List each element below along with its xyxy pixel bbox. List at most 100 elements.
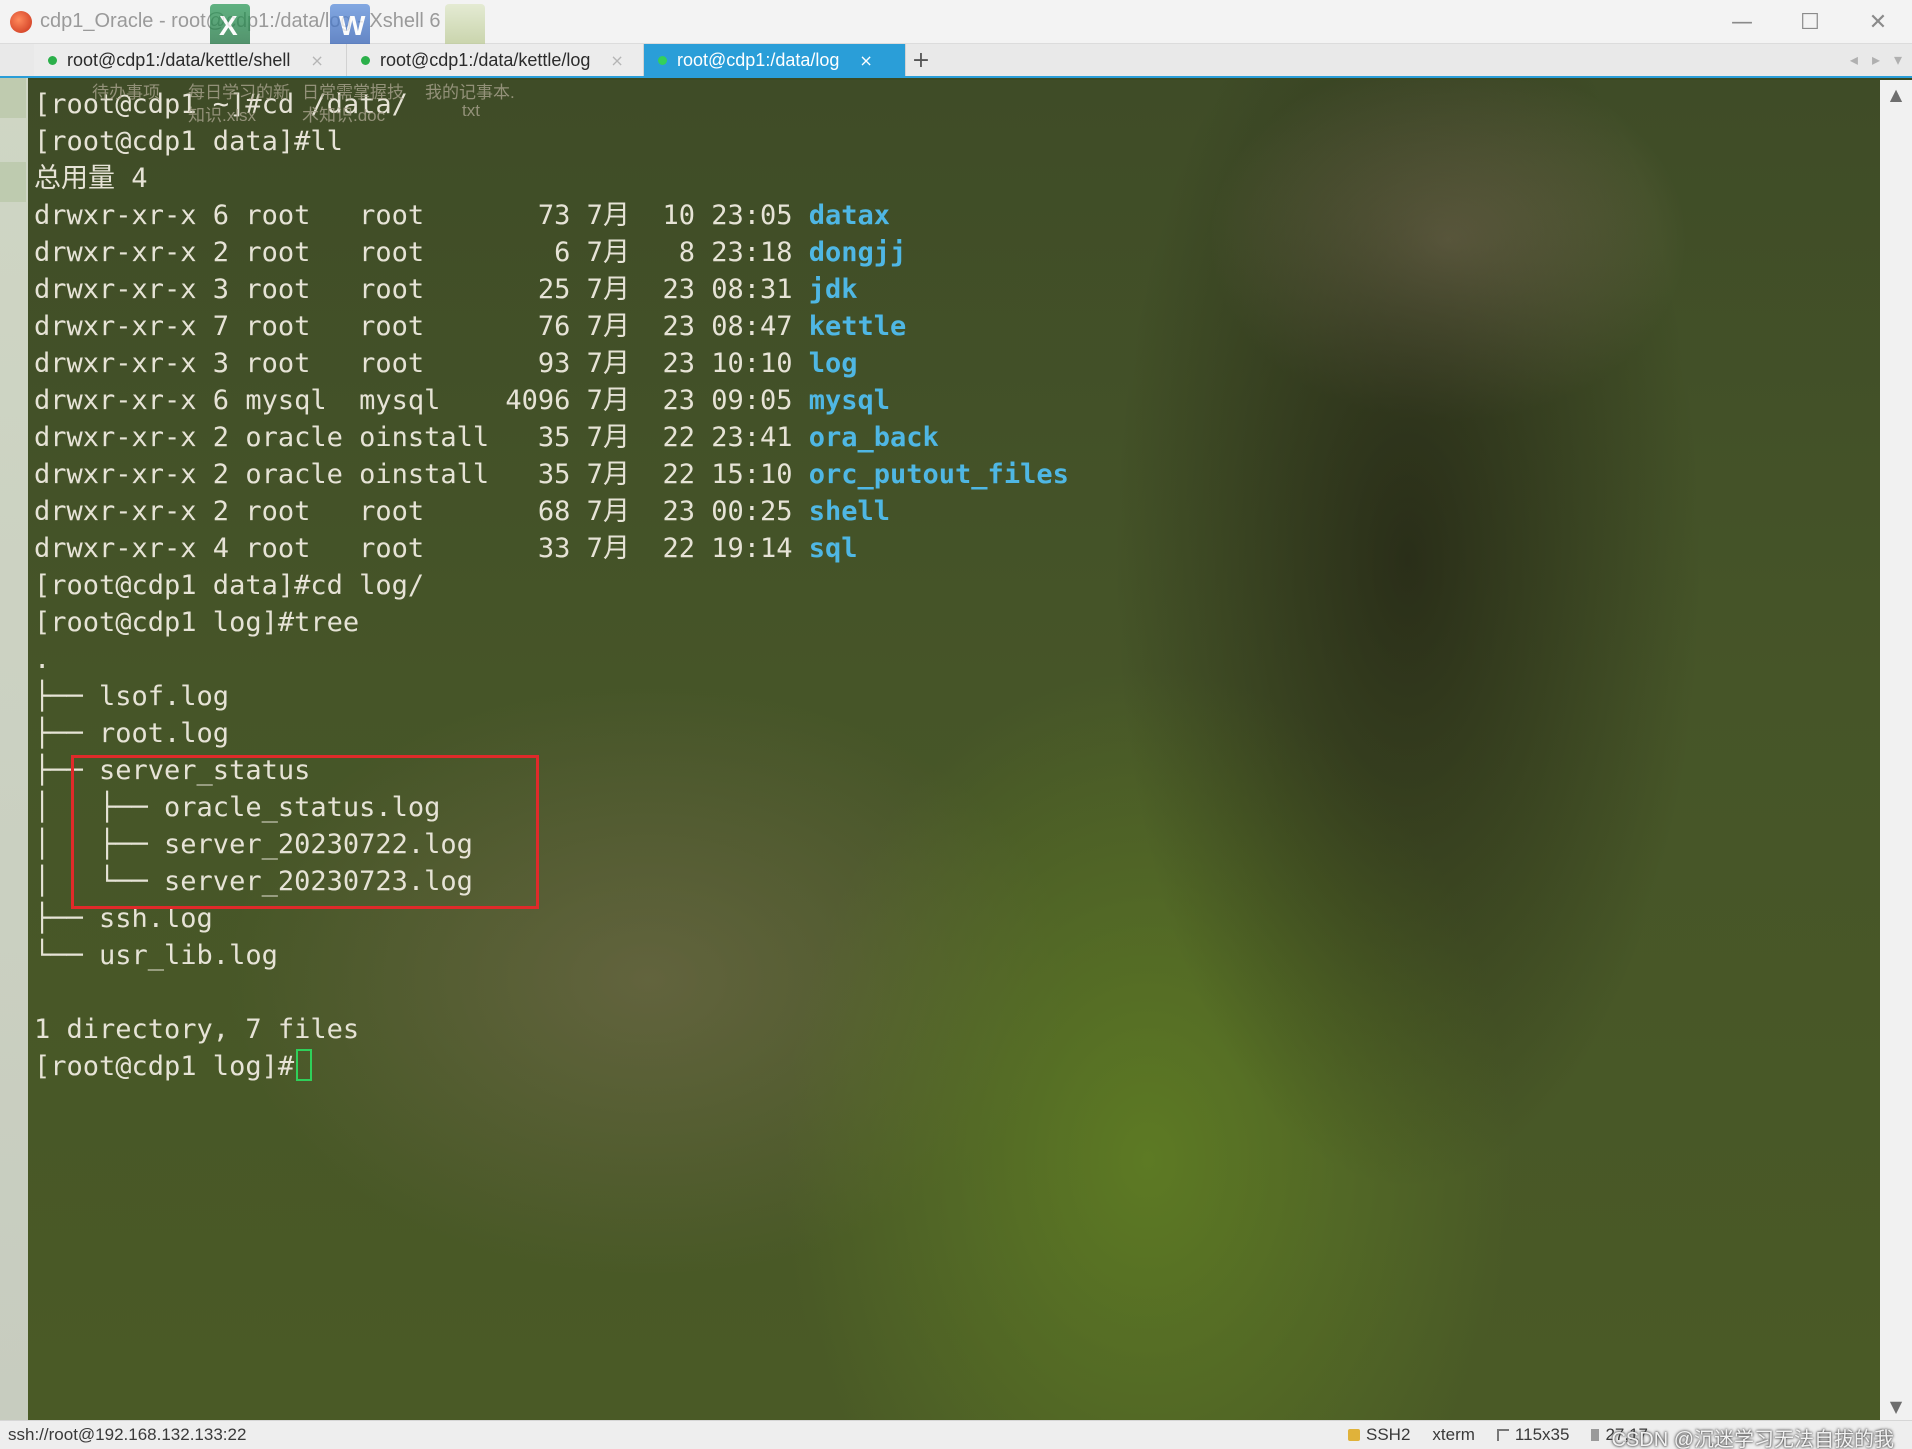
terminal-type-status: xterm	[1432, 1425, 1475, 1445]
terminal-line: drwxr-xr-x 4 root root 33 7月 22 19:14 sq…	[34, 530, 1069, 567]
close-tab-icon[interactable]: ×	[310, 51, 323, 70]
terminal-line: ├── lsof.log	[34, 678, 1069, 715]
desktop-ghost-caption: 每日学习的新	[188, 83, 290, 102]
protocol-label: SSH2	[1366, 1425, 1411, 1444]
connection-address: ssh://root@192.168.132.133:22	[8, 1425, 247, 1444]
terminal-line: [root@cdp1 data]#ll	[34, 123, 1069, 160]
terminal-line: .	[34, 641, 1069, 678]
csdn-watermark: CSDN @沉迷学习无法自拔的我	[1611, 1429, 1894, 1449]
status-bar: ssh://root@192.168.132.133:22 SSH2 xterm…	[0, 1420, 1912, 1449]
tab-next-icon[interactable]: ▸	[1872, 50, 1880, 69]
directory-name: datax	[808, 200, 891, 231]
protocol-status: SSH2	[1348, 1425, 1410, 1445]
close-window-button[interactable]: ✕	[1844, 0, 1912, 44]
left-gutter	[0, 78, 28, 1420]
terminal-line-text: drwxr-xr-x 6 root root 73 7月 10 23:05	[34, 200, 809, 231]
terminal-line-text: drwxr-xr-x 3 root root 93 7月 23 10:10	[34, 348, 809, 379]
terminal-line: drwxr-xr-x 3 root root 93 7月 23 10:10 lo…	[34, 345, 1069, 382]
tab-label: root@cdp1:/data/kettle/shell	[67, 49, 291, 70]
desktop-ghost-icon	[0, 78, 26, 118]
tab-data-log[interactable]: root@cdp1:/data/log ×	[644, 44, 906, 76]
terminal-line: drwxr-xr-x 6 root root 73 7月 10 23:05 da…	[34, 197, 1069, 234]
tab-bar-gutter	[0, 42, 34, 76]
desktop-ghost-caption: 日常需掌握技	[302, 83, 404, 102]
status-info: SSH2 xterm 115x35 27,17	[1348, 1425, 1648, 1445]
terminal-line: [root@cdp1 log]#tree	[34, 604, 1069, 641]
terminal-line: drwxr-xr-x 7 root root 76 7月 23 08:47 ke…	[34, 308, 1069, 345]
desktop-ghost-caption: txt	[462, 101, 480, 120]
directory-name: dongjj	[808, 237, 907, 268]
desktop-ghost-caption: 待办事项	[92, 83, 160, 102]
terminal-line: drwxr-xr-x 3 root root 25 7月 23 08:31 jd…	[34, 271, 1069, 308]
connected-status-icon	[658, 55, 667, 65]
minimize-button[interactable]: —	[1708, 0, 1776, 44]
close-tab-icon[interactable]: ×	[859, 51, 872, 70]
terminal-line-text: ├── root.log	[34, 718, 230, 749]
terminal-line-text: drwxr-xr-x 2 root root 6 7月 8 23:18	[34, 237, 809, 268]
terminal-line: drwxr-xr-x 2 root root 68 7月 23 00:25 sh…	[34, 493, 1069, 530]
terminal-line: drwxr-xr-x 2 oracle oinstall 35 7月 22 15…	[34, 456, 1069, 493]
terminal-output: [root@cdp1 ~]#cd /data/[root@cdp1 data]#…	[34, 86, 1069, 1085]
tab-navigation: ◂ ▸ ▾	[1850, 50, 1902, 69]
scroll-down-icon[interactable]: ▼	[1880, 1392, 1912, 1420]
desktop-ghost-caption: 我的记事本.	[425, 83, 515, 102]
terminal-line-text: [root@cdp1 log]#tree	[34, 607, 360, 638]
desktop-ghost-icon	[0, 162, 26, 202]
directory-name: jdk	[808, 274, 858, 305]
terminal-line-text: .	[34, 644, 51, 675]
close-tab-icon[interactable]: ×	[610, 51, 623, 70]
terminal-line-text: 总用量 4	[34, 163, 148, 194]
vertical-scrollbar[interactable]: ▲ ▼	[1880, 80, 1912, 1420]
xshell-app-icon	[10, 10, 32, 33]
terminal-line-text: drwxr-xr-x 4 root root 33 7月 22 19:14	[34, 533, 809, 564]
terminal-size-status: 115x35	[1496, 1425, 1570, 1445]
directory-name: mysql	[808, 385, 891, 416]
tab-menu-icon[interactable]: ▾	[1894, 50, 1902, 69]
terminal-line: drwxr-xr-x 2 root root 6 7月 8 23:18 dong…	[34, 234, 1069, 271]
maximize-button[interactable]: ☐	[1776, 0, 1844, 44]
terminal-type-label: xterm	[1432, 1425, 1475, 1444]
terminal-line-text: ├── lsof.log	[34, 681, 230, 712]
directory-name: log	[808, 348, 858, 379]
resize-icon	[1496, 1429, 1509, 1441]
window-controls: — ☐ ✕	[1708, 0, 1912, 44]
highlight-annotation-box	[71, 755, 539, 909]
terminal-line: 1 directory, 7 files	[34, 1011, 1069, 1048]
terminal-line: drwxr-xr-x 2 oracle oinstall 35 7月 22 23…	[34, 419, 1069, 456]
scroll-track[interactable]	[1884, 110, 1908, 1390]
tab-kettle-shell[interactable]: root@cdp1:/data/kettle/shell ×	[34, 44, 347, 76]
terminal-size-label: 115x35	[1514, 1425, 1570, 1444]
desktop-ghost-caption: 知识.xlsx	[188, 106, 256, 125]
tab-label: root@cdp1:/data/log	[677, 49, 840, 70]
terminal-line-text: drwxr-xr-x 7 root root 76 7月 23 08:47	[34, 311, 809, 342]
terminal-pane[interactable]: [root@cdp1 ~]#cd /data/[root@cdp1 data]#…	[28, 80, 1880, 1420]
tab-prev-icon[interactable]: ◂	[1850, 50, 1858, 69]
connected-status-icon	[361, 55, 370, 65]
directory-name: shell	[808, 496, 891, 527]
directory-name: orc_putout_files	[808, 459, 1069, 490]
terminal-line-text: drwxr-xr-x 6 mysql mysql 4096 7月 23 09:0…	[34, 385, 809, 416]
terminal-line-text: └── usr_lib.log	[34, 940, 278, 971]
cursor-position-icon	[1591, 1429, 1600, 1441]
directory-name: kettle	[808, 311, 907, 342]
new-tab-button[interactable]: +	[906, 44, 936, 76]
session-tab-bar: root@cdp1:/data/kettle/shell × root@cdp1…	[0, 44, 1912, 78]
tab-label: root@cdp1:/data/kettle/log	[380, 49, 591, 70]
terminal-line-text: [root@cdp1 log]#	[34, 1051, 295, 1082]
terminal-line: [root@cdp1 log]#	[34, 1048, 1069, 1085]
terminal-line: 总用量 4	[34, 160, 1069, 197]
directory-name: ora_back	[808, 422, 939, 453]
terminal-cursor	[296, 1049, 313, 1081]
terminal-line-text: drwxr-xr-x 2 root root 68 7月 23 00:25	[34, 496, 809, 527]
scroll-up-icon[interactable]: ▲	[1880, 80, 1912, 108]
terminal-line-text: drwxr-xr-x 3 root root 25 7月 23 08:31	[34, 274, 809, 305]
terminal-line: drwxr-xr-x 6 mysql mysql 4096 7月 23 09:0…	[34, 382, 1069, 419]
tab-kettle-log[interactable]: root@cdp1:/data/kettle/log ×	[347, 44, 644, 76]
lock-icon	[1348, 1429, 1360, 1441]
terminal-line: └── usr_lib.log	[34, 937, 1069, 974]
terminal-line-text: 1 directory, 7 files	[34, 1014, 360, 1045]
title-bar: cdp1_Oracle - root@cdp1:/data/log - Xshe…	[0, 0, 1912, 44]
terminal-line-text: drwxr-xr-x 2 oracle oinstall 35 7月 22 23…	[34, 422, 809, 453]
terminal-line: ├── root.log	[34, 715, 1069, 752]
terminal-line-text: [root@cdp1 data]#ll	[34, 126, 343, 157]
